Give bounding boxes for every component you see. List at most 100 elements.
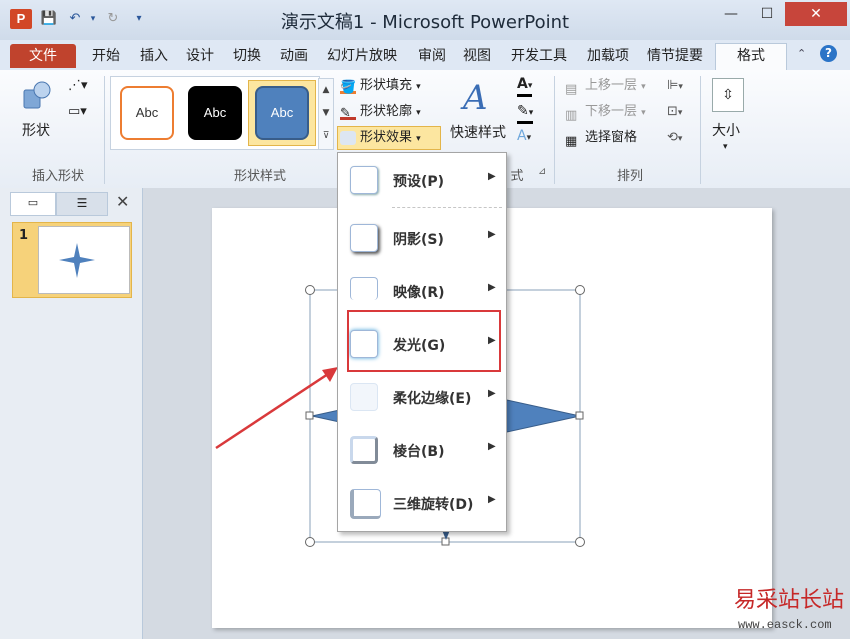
shapes-icon[interactable] — [22, 80, 52, 112]
wordart-a-icon[interactable]: A — [463, 78, 488, 118]
shape-style-orange-outline[interactable]: Abc — [120, 86, 174, 140]
restore-button[interactable]: ☐ — [749, 2, 785, 26]
ribbon-separator — [700, 76, 701, 184]
3d-rotation-icon — [350, 489, 381, 519]
size-icon[interactable]: ⇳ — [712, 78, 744, 112]
tab-storyboarding[interactable]: 情节提要 — [640, 44, 710, 68]
rotate-icon[interactable]: ⟲▾ — [667, 127, 682, 149]
tab-developer[interactable]: 开发工具 — [504, 44, 574, 68]
shapes-label[interactable]: 形状 — [22, 120, 50, 140]
menu-separator — [392, 207, 502, 208]
chevron-down-icon: ▾ — [416, 108, 421, 118]
send-backward-label: 下移一层 — [585, 104, 638, 119]
chevron-down-icon: ▾ — [416, 82, 421, 92]
submenu-arrow-icon: ▶ — [488, 171, 496, 182]
gallery-scroll-arrows[interactable]: ▲ ▼ ⊽ — [318, 78, 334, 150]
shape-effects-icon — [340, 130, 356, 145]
text-effects-icon[interactable]: A▾ — [517, 128, 531, 144]
quick-styles-label[interactable]: 快速样式 — [450, 122, 506, 142]
menu-item-shadow-label: 阴影(S) — [393, 232, 444, 248]
annotation-arrow — [215, 367, 338, 450]
dialog-launcher-icon[interactable]: ⊿ — [538, 166, 546, 177]
tab-transitions[interactable]: 切换 — [225, 44, 269, 68]
slides-tab[interactable]: ▭ — [10, 192, 56, 216]
send-backward-icon: ▥ — [565, 107, 578, 123]
bring-forward-icon: ▤ — [565, 81, 578, 97]
edit-shape-icon[interactable]: ⋰▾ — [68, 78, 88, 93]
ribbon-separator — [104, 76, 105, 184]
shape-style-black-fill[interactable]: Abc — [188, 86, 242, 140]
tab-design[interactable]: 设计 — [178, 44, 222, 68]
menu-item-shadow[interactable]: 阴影(S) ▶ — [338, 218, 504, 258]
shape-fill-button[interactable]: 🪣 形状填充 ▾ — [340, 75, 421, 97]
size-label[interactable]: 大小 — [712, 120, 740, 140]
shape-style-blue-fill[interactable]: Abc — [255, 86, 309, 140]
shape-effects-button[interactable]: 形状效果 ▾ — [337, 126, 441, 150]
bring-forward-label: 上移一层 — [585, 78, 638, 93]
outline-tab[interactable]: ☰ — [56, 192, 108, 216]
paint-bucket-icon: 🪣 — [340, 77, 356, 95]
menu-item-3d-rotation-label: 三维旋转(D) — [393, 497, 474, 513]
selection-pane-label: 选择窗格 — [585, 130, 638, 145]
pencil-icon: ✎ — [340, 103, 356, 121]
shape-outline-label: 形状轮廓 — [360, 104, 413, 119]
bevel-icon — [350, 436, 378, 464]
chevron-down-icon: ▾ — [416, 134, 421, 144]
send-backward-button[interactable]: ▥ 下移一层 ▾ — [565, 101, 646, 123]
slide-number: 1 — [19, 228, 29, 243]
reflection-icon — [350, 277, 378, 300]
tab-insert[interactable]: 插入 — [132, 44, 176, 68]
submenu-arrow-icon: ▶ — [488, 441, 496, 452]
tab-review[interactable]: 审阅 — [410, 44, 454, 68]
group-label-shape-styles: 形状样式 — [233, 169, 286, 184]
submenu-arrow-icon: ▶ — [488, 282, 496, 293]
menu-item-bevel-label: 棱台(B) — [393, 444, 445, 460]
shape-outline-button[interactable]: ✎ 形状轮廓 ▾ — [340, 101, 421, 123]
menu-item-bevel[interactable]: 棱台(B) ▶ — [338, 430, 504, 470]
group-label-wordart-partial: 式 — [510, 169, 524, 184]
align-icon[interactable]: ⊫▾ — [667, 75, 683, 97]
tab-slideshow[interactable]: 幻灯片放映 — [322, 44, 402, 68]
tab-animations[interactable]: 动画 — [272, 44, 316, 68]
menu-item-soft-edges[interactable]: 柔化边缘(E) ▶ — [338, 377, 504, 417]
presets-icon — [350, 166, 378, 194]
selection-pane-icon: ▦ — [565, 133, 578, 149]
submenu-arrow-icon: ▶ — [488, 229, 496, 240]
minimize-button[interactable]: — — [713, 2, 749, 26]
tab-view[interactable]: 视图 — [455, 44, 499, 68]
watermark-logo: 易采站长站 — [734, 588, 845, 613]
watermark-url: www.easck.com — [738, 618, 832, 632]
submenu-arrow-icon: ▶ — [488, 494, 496, 505]
ribbon-separator — [554, 76, 555, 184]
text-outline-icon[interactable]: ✎▾ — [517, 103, 534, 124]
close-button[interactable]: ✕ — [785, 2, 847, 26]
close-pane-icon[interactable]: ✕ — [116, 192, 129, 211]
text-box-icon[interactable]: ▭▾ — [68, 104, 87, 119]
menu-item-reflection-label: 映像(R) — [393, 285, 445, 301]
annotation-highlight-box — [347, 310, 501, 372]
help-icon[interactable]: ? — [820, 45, 837, 62]
menu-item-soft-edges-label: 柔化边缘(E) — [393, 391, 472, 407]
tab-addins[interactable]: 加载项 — [580, 44, 636, 68]
group-label-insert-shapes: 插入形状 — [31, 169, 84, 184]
soft-edges-icon — [350, 383, 378, 411]
collapse-ribbon-icon[interactable]: ⌃ — [797, 47, 806, 60]
chevron-down-icon[interactable]: ▾ — [723, 142, 728, 152]
text-fill-icon[interactable]: A▾ — [517, 76, 533, 97]
group-icon[interactable]: ⊡▾ — [667, 101, 682, 123]
tab-format[interactable]: 格式 — [715, 43, 787, 70]
menu-item-presets-label: 预设(P) — [393, 174, 445, 190]
menu-item-reflection[interactable]: 映像(R) ▶ — [338, 271, 504, 311]
group-label-arrange: 排列 — [616, 169, 643, 184]
selection-pane-button[interactable]: ▦ 选择窗格 — [565, 127, 637, 149]
shape-effects-label: 形状效果 — [360, 130, 413, 145]
shadow-icon — [350, 224, 378, 252]
menu-item-3d-rotation[interactable]: 三维旋转(D) ▶ — [338, 483, 504, 523]
shape-fill-label: 形状填充 — [360, 78, 413, 93]
tab-file[interactable]: 文件 — [10, 44, 76, 68]
slide-thumbnail[interactable] — [38, 226, 130, 294]
menu-item-presets[interactable]: 预设(P) ▶ — [338, 160, 504, 200]
tab-home[interactable]: 开始 — [84, 44, 128, 68]
submenu-arrow-icon: ▶ — [488, 388, 496, 399]
bring-forward-button[interactable]: ▤ 上移一层 ▾ — [565, 75, 646, 97]
